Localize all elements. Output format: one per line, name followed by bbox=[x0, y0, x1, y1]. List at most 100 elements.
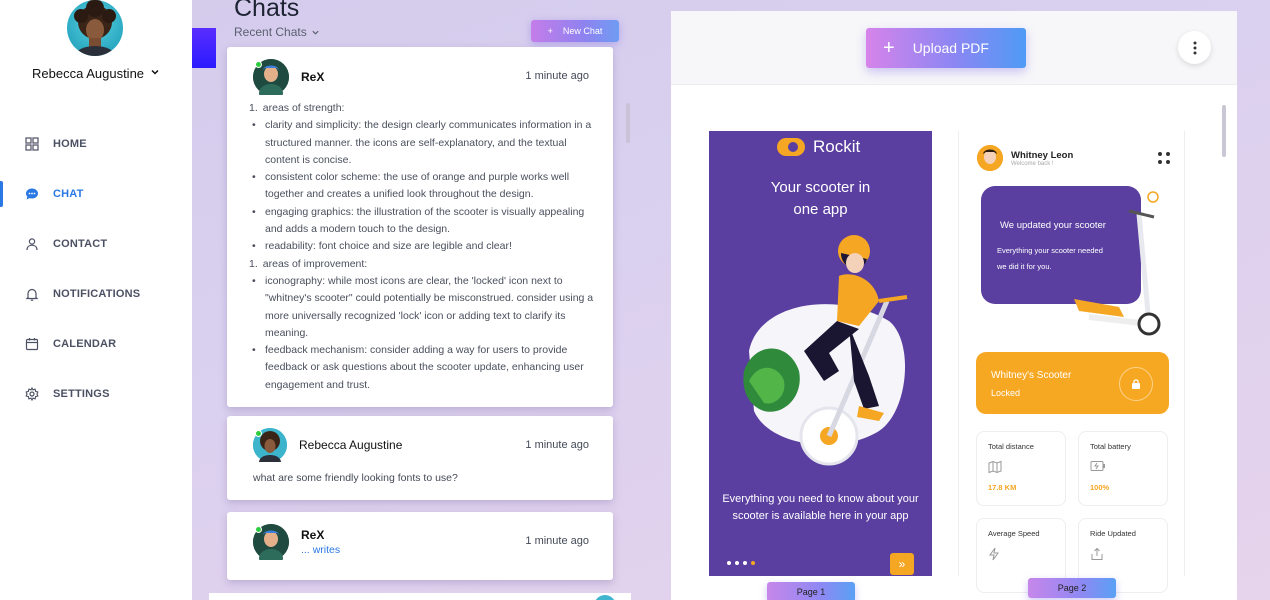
avatar bbox=[594, 595, 616, 600]
accent-block bbox=[192, 28, 216, 68]
profile-greeting: Welcome back ! bbox=[1011, 160, 1054, 167]
nav-item-home[interactable]: HOME bbox=[0, 129, 192, 159]
online-indicator bbox=[255, 526, 262, 533]
scooter-illustration bbox=[1074, 191, 1161, 336]
chat-message-card[interactable]: ReX 1 minute ago 1. areas of strength: • c… bbox=[227, 47, 613, 407]
stat-value: 17.8 KM bbox=[988, 483, 1017, 492]
nav-item-calendar[interactable]: CALENDAR bbox=[0, 329, 192, 359]
nav-label-contact: CONTACT bbox=[53, 238, 108, 250]
carousel-dots bbox=[727, 561, 755, 565]
pdf-page-2: Whitney Leon Welcome back ! We updated y… bbox=[958, 131, 1185, 593]
carousel-dot bbox=[735, 561, 739, 565]
gear-icon bbox=[25, 387, 39, 401]
chevron-down-icon bbox=[312, 30, 319, 35]
sender-name: ReX bbox=[301, 528, 325, 542]
person-icon bbox=[26, 238, 38, 251]
more-options-button[interactable] bbox=[1178, 31, 1211, 64]
message-line: • feedback mechanism: consider adding a w… bbox=[252, 344, 584, 391]
user-menu[interactable]: Rebecca Augustine bbox=[32, 66, 160, 81]
nav-item-settings[interactable]: SETTINGS bbox=[0, 379, 192, 409]
nav-label-notifications: NOTIFICATIONS bbox=[53, 288, 141, 300]
online-indicator bbox=[255, 430, 262, 437]
rockit-description: Everything you need to know about your s… bbox=[722, 493, 919, 522]
rockit-logo: Rockit bbox=[777, 137, 860, 157]
sender-name: Rebecca Augustine bbox=[299, 438, 403, 452]
rex-avatar[interactable] bbox=[253, 524, 289, 567]
message-time: 1 minute ago bbox=[525, 70, 589, 82]
scooter-status: Locked bbox=[991, 388, 1021, 398]
message-line: 1. areas of strength: bbox=[249, 102, 345, 114]
message-body: 1. areas of strength: • clarity and simpli… bbox=[249, 100, 594, 394]
rex-avatar[interactable] bbox=[253, 59, 289, 102]
rebecca-avatar[interactable] bbox=[253, 428, 287, 469]
pdf-viewer: + Upload PDF Rockit Your scooter in one … bbox=[671, 11, 1237, 600]
grid-icon bbox=[25, 137, 39, 151]
pdf-toolbar: + Upload PDF bbox=[671, 11, 1237, 85]
user-avatar[interactable] bbox=[67, 0, 123, 56]
sender-name: ReX bbox=[301, 70, 325, 84]
scooter-title: Whitney's Scooter bbox=[991, 370, 1072, 381]
message-line: • engaging graphics: the illustration of … bbox=[252, 205, 585, 236]
nav-item-notifications[interactable]: NOTIFICATIONS bbox=[0, 279, 192, 309]
stat-label: Total battery bbox=[1090, 442, 1131, 451]
stat-value: 100% bbox=[1090, 483, 1110, 492]
message-body: what are some friendly looking fonts to … bbox=[253, 472, 458, 484]
message-line: • clarity and simplicity: the design clea… bbox=[252, 119, 592, 166]
page-2-button[interactable]: Page 2 bbox=[1028, 578, 1116, 598]
recent-chats-label: Recent Chats bbox=[234, 25, 307, 39]
nav-item-chat[interactable]: CHAT bbox=[0, 179, 192, 209]
avatar bbox=[977, 145, 1003, 171]
plus-icon: + bbox=[883, 36, 895, 59]
nav-label-chat: CHAT bbox=[53, 188, 84, 200]
lightning-icon bbox=[989, 547, 999, 561]
sender-block: ReX ... writes bbox=[301, 528, 340, 556]
page-1-button[interactable]: Page 1 bbox=[767, 582, 855, 600]
stat-label: Ride Updated bbox=[1090, 529, 1136, 538]
chevron-down-icon bbox=[150, 67, 160, 80]
chats-scrollbar[interactable] bbox=[626, 103, 630, 143]
calendar-icon bbox=[25, 338, 39, 351]
upload-pdf-button[interactable]: + Upload PDF bbox=[866, 28, 1026, 68]
nav-label-home: HOME bbox=[53, 138, 87, 150]
new-chat-label: New Chat bbox=[562, 26, 603, 36]
sidebar: Rebecca Augustine HOME CHAT CONTACT NOTI… bbox=[0, 0, 192, 600]
message-header: ReX bbox=[253, 59, 325, 102]
chat-message-card[interactable]: ReX ... writes 1 minute ago bbox=[227, 512, 613, 580]
message-header: ReX ... writes bbox=[253, 524, 340, 567]
lock-icon bbox=[1119, 367, 1153, 401]
chat-bubble-icon bbox=[26, 188, 38, 200]
share-icon bbox=[1091, 547, 1103, 560]
plus-icon: + bbox=[547, 26, 553, 36]
stat-label: Average Speed bbox=[988, 529, 1040, 538]
typing-indicator: ... writes bbox=[301, 544, 341, 556]
page-title: Chats bbox=[234, 0, 300, 22]
rockit-logo-icon bbox=[777, 138, 805, 156]
carousel-dot bbox=[751, 561, 755, 565]
upload-pdf-label: Upload PDF bbox=[912, 40, 989, 56]
recent-chats-dropdown[interactable]: Recent Chats bbox=[234, 25, 320, 39]
message-time: 1 minute ago bbox=[525, 535, 589, 547]
message-line: 1. areas of improvement: bbox=[249, 257, 368, 270]
battery-icon bbox=[1090, 461, 1105, 471]
avatar-image bbox=[977, 145, 1003, 171]
message-time: 1 minute ago bbox=[525, 439, 589, 451]
map-icon bbox=[988, 460, 1002, 474]
nav-item-contact[interactable]: CONTACT bbox=[0, 229, 192, 259]
stat-label: Total distance bbox=[988, 442, 1034, 451]
message-line: • consistent color scheme: the use of ora… bbox=[252, 171, 570, 201]
new-chat-button[interactable]: + New Chat bbox=[531, 20, 619, 42]
message-line: • iconography: while most icons are clear… bbox=[252, 274, 594, 339]
carousel-dot bbox=[743, 561, 747, 565]
rockit-splash-screen: Rockit Your scooter in one app Everythin… bbox=[709, 131, 932, 576]
nav-label-calendar: CALENDAR bbox=[53, 338, 117, 350]
message-line: • readability: font choice and size are l… bbox=[252, 240, 512, 253]
chat-message-card[interactable]: Rebecca Augustine 1 minute ago what are … bbox=[227, 416, 613, 500]
pdf-scrollbar[interactable] bbox=[1222, 105, 1226, 157]
next-chat-card-peek bbox=[209, 593, 631, 600]
rockit-headline: Your scooter in one app bbox=[770, 179, 871, 218]
more-vertical-icon bbox=[1193, 41, 1196, 54]
message-header: Rebecca Augustine bbox=[253, 428, 403, 469]
online-indicator bbox=[255, 61, 262, 68]
rockit-brand: Rockit bbox=[813, 137, 861, 156]
user-name: Rebecca Augustine bbox=[32, 66, 145, 81]
